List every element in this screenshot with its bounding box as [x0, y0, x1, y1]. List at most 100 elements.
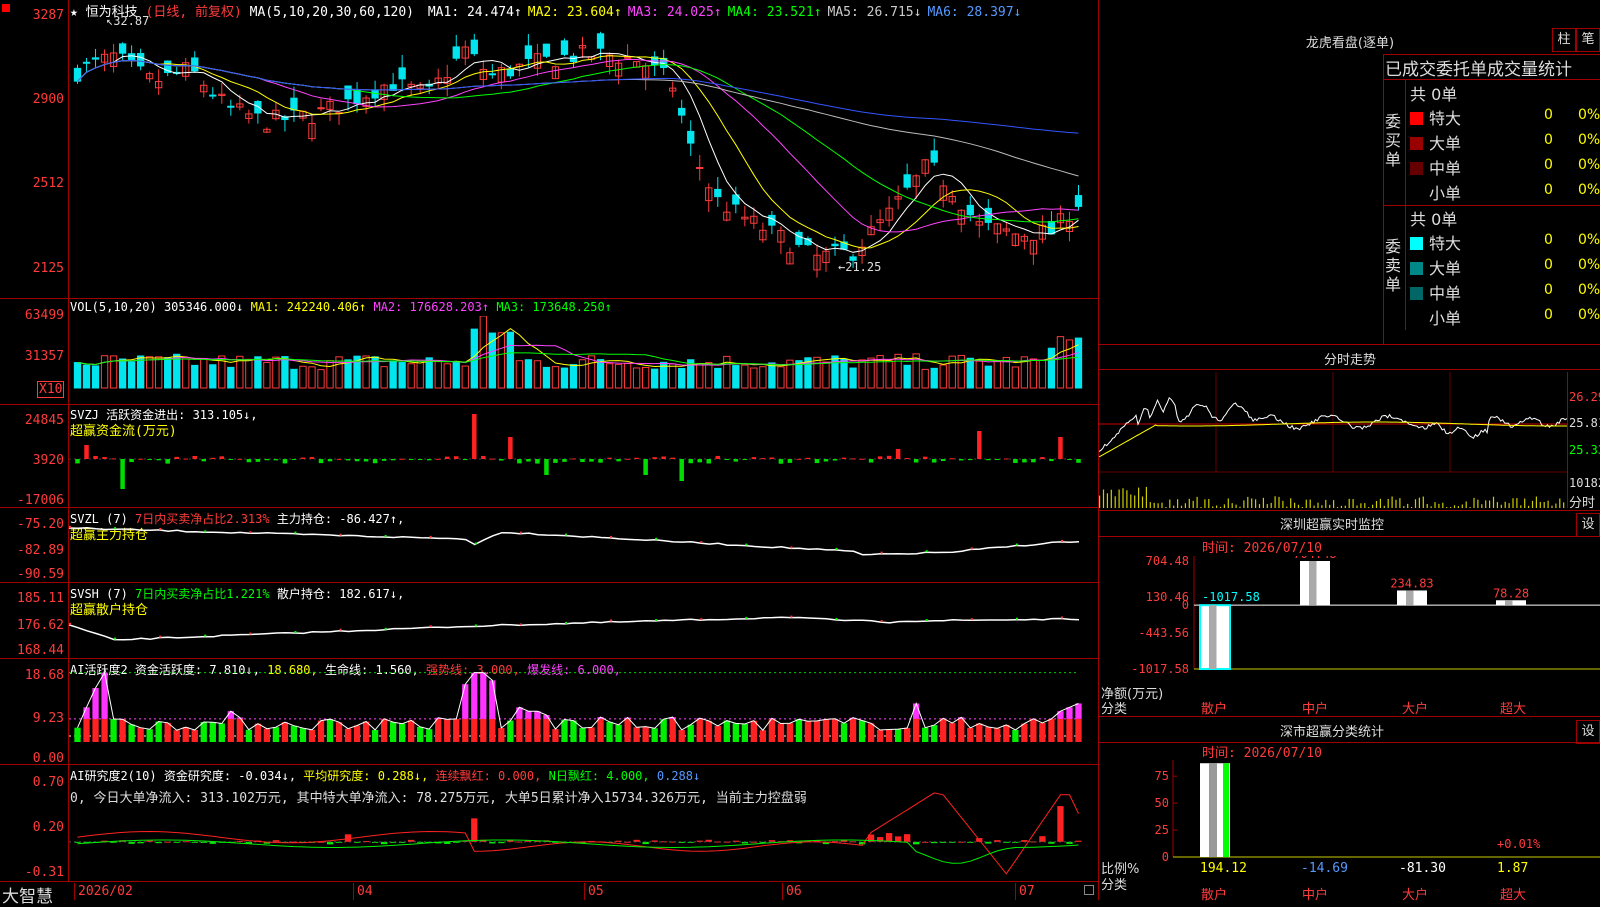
- candle-body: [83, 62, 89, 63]
- fenshi-vol-bar: [1275, 496, 1276, 508]
- sz-net-bar-chart[interactable]: 704.48130.460-443.56-1017.58-1017.58704.…: [1099, 556, 1600, 681]
- svzj-bar: [598, 459, 603, 463]
- activity-bar: [408, 720, 414, 742]
- activity-bar: [137, 728, 143, 742]
- svzj-bar: [788, 459, 793, 463]
- activity-bar: [453, 719, 459, 742]
- svzj-bar: [1058, 437, 1063, 459]
- fl-ratio-bar-chart[interactable]: 7550250+0.01%194.12-14.69-81.301.87: [1099, 760, 1600, 880]
- ai-research-chart[interactable]: [69, 766, 1098, 881]
- vol-bar: [624, 364, 630, 388]
- sz-category-label: 散户: [1201, 698, 1227, 717]
- divider-svsh-ai1: [0, 658, 1098, 659]
- order-pct: 0%: [1578, 182, 1600, 198]
- divider-vol-svzj: [0, 404, 1098, 405]
- candle-body: [796, 232, 802, 244]
- fl-settings-button[interactable]: 设: [1576, 720, 1600, 744]
- activity-bar: [877, 730, 883, 742]
- svzj-bar: [463, 459, 468, 460]
- svzj-bar: [310, 457, 315, 459]
- svzj-bar: [400, 459, 405, 460]
- volume-chart[interactable]: [69, 316, 1098, 404]
- activity-bar: [309, 730, 315, 742]
- candle-body: [679, 108, 685, 115]
- activity-bar-burst: [101, 673, 107, 719]
- research-bar: [1057, 806, 1063, 842]
- candle-body: [697, 168, 703, 169]
- fenshi-vol-bar: [1454, 505, 1455, 508]
- sz-y-label: -1017.58: [1131, 662, 1189, 676]
- x-axis-label: 05: [588, 884, 604, 899]
- activity-bar: [282, 722, 288, 742]
- vol-bar: [778, 367, 784, 388]
- activity-bar: [300, 728, 306, 742]
- svzj-bar: [499, 459, 504, 461]
- fenshi-vol-bar: [1349, 499, 1350, 508]
- x-tick: [584, 883, 585, 900]
- order-type: 特大: [1429, 234, 1461, 253]
- bar-mode-button[interactable]: 柱: [1552, 28, 1576, 52]
- holding-tick: [971, 547, 973, 549]
- svzj-bar: [247, 459, 252, 462]
- fenshi-vol-bar: [1403, 506, 1404, 508]
- fenshi-vol-bar: [1477, 500, 1478, 508]
- intraday-chart[interactable]: [1099, 372, 1567, 508]
- lock-icon[interactable]: [1084, 885, 1094, 895]
- activity-bar: [913, 719, 919, 742]
- sz-bar-label: 78.28: [1493, 586, 1529, 600]
- holding-tick: [745, 544, 747, 546]
- sz-settings-button[interactable]: 设: [1576, 513, 1600, 537]
- fenshi-vol-bar: [1306, 500, 1307, 508]
- research-bar: [904, 834, 910, 842]
- x-axis-label: 06: [786, 884, 802, 899]
- ai2-y-label: -0.31: [0, 865, 64, 880]
- vol-bar: [967, 358, 973, 388]
- candle-body: [850, 257, 856, 260]
- svzj-bar: [707, 459, 712, 463]
- brand-logo[interactable]: 大智慧: [2, 882, 53, 907]
- svzj-bar: [292, 459, 297, 460]
- fenshi-vol-bar: [1220, 507, 1221, 508]
- svzj-bar: [220, 456, 225, 459]
- holding-tick: [836, 618, 838, 620]
- svsh-line-chart[interactable]: [69, 585, 1098, 658]
- candlestick-chart[interactable]: [69, 18, 1098, 298]
- order-count: 0: [1544, 157, 1553, 173]
- fenshi-vol-bar: [1446, 507, 1447, 508]
- fenshi-vol-bar: [1193, 501, 1194, 508]
- svzj-bar: [283, 459, 288, 463]
- svzj-bar: [824, 459, 829, 461]
- sz-net-bar-shade: [1309, 561, 1317, 605]
- activity-bar: [624, 719, 630, 742]
- price-y-label: 2125: [0, 261, 64, 276]
- svzj-bar: [156, 459, 161, 460]
- candle-body: [210, 95, 216, 96]
- activity-bar: [498, 728, 504, 742]
- activity-bar: [119, 719, 125, 742]
- holding-tick: [430, 536, 432, 538]
- holding-tick: [1016, 618, 1018, 620]
- research-line-green: [78, 840, 1079, 863]
- divider-svzj-svzl: [0, 507, 1098, 508]
- fenshi-vol-bar: [1501, 505, 1502, 508]
- price-y-label: 3287: [0, 8, 64, 23]
- candle-body: [543, 44, 549, 56]
- fenshi-vol-bar: [1278, 497, 1279, 508]
- order-pct: 0%: [1578, 282, 1600, 298]
- vol-bar: [426, 358, 432, 388]
- fenshi-vol-bar: [1337, 507, 1338, 508]
- vol-bar: [814, 357, 820, 388]
- svzj-bar: [1076, 459, 1081, 463]
- tick-mode-button[interactable]: 笔: [1576, 28, 1600, 52]
- order-pct: 0%: [1578, 307, 1600, 323]
- vol-bar: [751, 368, 757, 388]
- fenshi-vol-bar: [1548, 501, 1549, 508]
- svzj-bar-chart[interactable]: [69, 408, 1098, 506]
- vol-bar: [832, 356, 838, 388]
- svzj-y-label: 24845: [0, 413, 64, 428]
- candle-body: [137, 54, 143, 66]
- ai-activity-chart[interactable]: [69, 670, 1098, 764]
- svzl-line-chart[interactable]: [69, 510, 1098, 582]
- svzj-bar: [661, 457, 666, 459]
- activity-bar: [237, 719, 243, 742]
